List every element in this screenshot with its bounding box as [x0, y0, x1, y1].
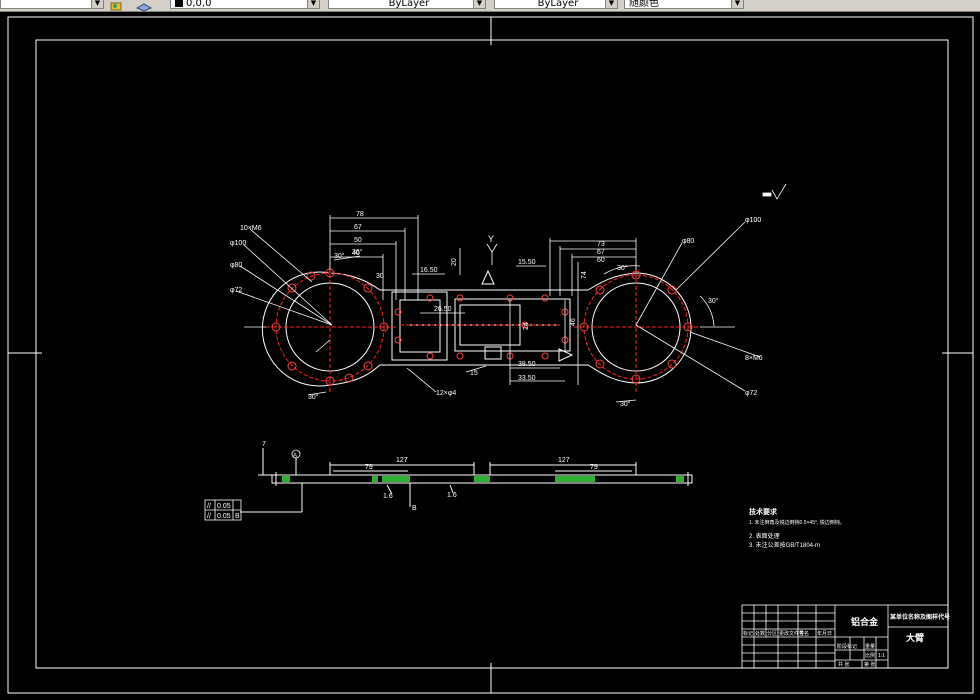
roughness-2: 1.6 — [447, 492, 457, 499]
stage-label: 阶段标记 — [837, 643, 857, 650]
holes-right-label: 8×M6 — [745, 355, 763, 362]
col-label-date: 年月日 — [817, 630, 832, 637]
dim-79a: 79 — [365, 464, 373, 471]
color-value: 0,0,0 — [186, 0, 212, 9]
notes-line1: 1. 未注倒角及锐边倒钝0.5×45°, 锐边倒钝。 — [749, 519, 845, 526]
dim-20: 20 — [451, 258, 458, 266]
scale-value: 1:1 — [878, 653, 885, 659]
properties-toolbar: ▼ 0,0,0 ▼ ByLayer ▼ ByLayer ▼ 随颜色 ▼ — [0, 0, 980, 12]
sheet-frame — [7, 16, 974, 694]
side-outline — [240, 448, 693, 513]
dim-79b: 79 — [590, 464, 598, 471]
dim-50: 50 — [354, 237, 362, 244]
dim-15-50: 15.50 — [518, 259, 536, 266]
dim-73: 73 — [597, 241, 605, 248]
top-view: 78 67 50 40 30 16.50 26.50 20 15.50 73 6… — [230, 183, 787, 408]
cad-drawing: 78 67 50 40 30 16.50 26.50 20 15.50 73 6… — [7, 16, 974, 694]
roughness-1: 1.6 — [383, 493, 393, 500]
scale-label: 比例 — [865, 652, 875, 659]
angle-30a: 30° — [334, 252, 345, 260]
lineweight-value: ByLayer — [537, 0, 579, 9]
layer-combo[interactable]: ▼ — [0, 0, 104, 9]
dim-26-50: 26.50 — [434, 306, 452, 313]
dim-7: 7 — [262, 441, 266, 448]
holes-left-label: 10×M6 — [240, 225, 262, 232]
roughness-symbol — [762, 183, 787, 200]
angle-30b: 36° — [352, 248, 363, 256]
chevron-down-icon[interactable]: ▼ — [473, 0, 485, 8]
dimension-texts: 78 67 50 40 30 16.50 26.50 20 15.50 73 6… — [230, 211, 763, 408]
plotstyle-combo[interactable]: 随颜色 ▼ — [624, 0, 744, 9]
title-block: 标记 处数 分区 更改文件号 签名 年月日 阶段标记 重量 比例 1:1 共 张… — [741, 604, 950, 669]
dia-100-left: φ100 — [230, 240, 246, 247]
chevron-down-icon[interactable]: ▼ — [91, 0, 103, 8]
notes-line2: 2. 表面处理 — [749, 532, 780, 540]
technical-notes: 技术要求 1. 未注倒角及锐边倒钝0.5×45°, 锐边倒钝。 2. 表面处理 … — [749, 507, 845, 549]
dim-127a: 127 — [396, 457, 408, 464]
dia-100-right: φ100 — [745, 217, 761, 224]
dim-38-50: 38.50 — [518, 361, 536, 368]
tol-datum: B — [235, 513, 240, 520]
angle-30r: 30° — [617, 264, 628, 272]
layer-state-icon[interactable] — [110, 0, 124, 11]
tol1-symbol: // — [207, 503, 211, 510]
tol2-symbol: // — [207, 513, 211, 520]
tol2-value: 0.05 — [217, 513, 231, 520]
notes-line3: 3. 未注公差按GB/T1804-m — [749, 541, 820, 549]
weight-label: 重量 — [865, 643, 875, 650]
company-label: 某单位名称及图样代号 — [890, 613, 950, 621]
dia-72-left: φ72 — [230, 287, 242, 294]
dim-60: 60 — [597, 257, 605, 264]
lineweight-combo[interactable]: ByLayer ▼ — [494, 0, 618, 9]
dim-33-50: 33.50 — [518, 375, 536, 382]
chevron-down-icon[interactable]: ▼ — [307, 0, 319, 8]
material-label: 铝合金 — [851, 616, 879, 627]
chevron-down-icon[interactable]: ▼ — [731, 0, 743, 8]
layer-previous-icon[interactable] — [135, 0, 153, 11]
dim-15: 15 — [470, 370, 478, 377]
side-view: 127 127 79 79 7 A B 1.6 1.6 // 0.05 // 0… — [204, 441, 693, 521]
datum-label: A — [293, 453, 297, 459]
col-label-zone: 分区 — [767, 630, 777, 637]
axis-y-label: Y — [488, 234, 494, 244]
sheet-page-label: 第 张 — [864, 661, 875, 668]
color-swatch — [175, 0, 183, 7]
sheet-count-label: 共 张 — [838, 661, 849, 668]
angle-30rb: 30° — [708, 297, 719, 305]
linetype-combo[interactable]: ByLayer ▼ — [328, 0, 486, 9]
dim-67b: 67 — [597, 249, 605, 256]
angle-30c: 30° — [308, 393, 319, 401]
dim-30: 30 — [376, 273, 384, 280]
dim-46: 46 — [570, 318, 577, 326]
drawing-canvas[interactable]: 78 67 50 40 30 16.50 26.50 20 15.50 73 6… — [0, 12, 980, 700]
section-hatch — [282, 476, 684, 482]
dia-80-right: φ80 — [682, 238, 694, 245]
plotstyle-value: 随颜色 — [629, 0, 659, 9]
dim-74: 74 — [581, 271, 588, 279]
part-name-label: 大臂 — [906, 632, 924, 643]
chevron-down-icon[interactable]: ▼ — [605, 0, 617, 8]
dim-16-50: 16.50 — [420, 267, 438, 274]
col-label-mark: 标记 — [743, 630, 753, 637]
dim-24: 24 — [523, 322, 530, 330]
notes-heading: 技术要求 — [749, 507, 778, 516]
dia-72-right: φ72 — [745, 390, 757, 397]
linetype-value: ByLayer — [388, 0, 430, 9]
col-label-count: 处数 — [755, 630, 765, 637]
dia-80-left: φ80 — [230, 262, 242, 269]
dim-67: 67 — [354, 224, 362, 231]
col-label-sign: 签名 — [799, 630, 809, 637]
angle-30rc: 30° — [620, 400, 631, 408]
holes-mid-label: 12×φ4 — [436, 390, 456, 397]
dim-127b: 127 — [558, 457, 570, 464]
section-mark: B — [412, 505, 417, 512]
tol1-value: 0.05 — [217, 503, 231, 510]
dim-78: 78 — [356, 211, 364, 218]
color-combo[interactable]: 0,0,0 ▼ — [170, 0, 320, 9]
